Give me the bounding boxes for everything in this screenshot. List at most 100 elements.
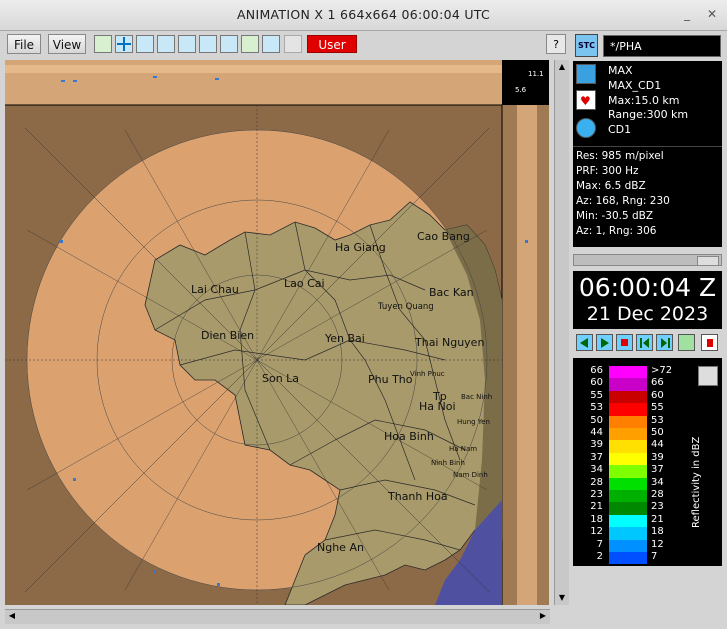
loop-icon[interactable] <box>678 334 695 351</box>
site-field[interactable]: */PHA <box>603 35 721 57</box>
legend-left-value: 37 <box>590 451 603 463</box>
product-grid-icon[interactable] <box>576 64 596 84</box>
export-icon[interactable] <box>701 334 718 351</box>
legend-left-value: 44 <box>590 427 603 438</box>
place-label: Lao Cai <box>284 277 325 290</box>
close-icon[interactable]: ✕ <box>702 4 722 24</box>
refresh-icon[interactable] <box>157 35 175 53</box>
legend-right-value: 39 <box>651 451 664 463</box>
radar-map[interactable]: 11.1 5.6 Ha Giang Cao Bang Lai Chau Lao … <box>5 60 549 605</box>
scroll-right-icon[interactable]: ▶ <box>538 611 548 621</box>
date-text: 21 Dec 2023 <box>586 303 709 325</box>
legend-swatch <box>609 415 647 428</box>
legend-swatch <box>609 366 647 379</box>
legend-left-value: 55 <box>590 389 603 401</box>
file-menu-button[interactable]: File <box>7 34 41 54</box>
place-label: Hoa Binh <box>384 430 434 443</box>
radar-map-canvas: 11.1 5.6 Ha Giang Cao Bang Lai Chau Lao … <box>5 60 549 605</box>
place-label: Hung Yen <box>457 418 490 426</box>
place-label: Bac Kan <box>429 286 474 299</box>
play-reverse-icon[interactable] <box>576 334 593 351</box>
legend-left-value: 50 <box>590 414 603 426</box>
crosshair-icon[interactable] <box>115 35 133 53</box>
product-max: Max:15.0 km <box>608 94 680 107</box>
legend-right-value: 18 <box>651 526 664 538</box>
legend-left-value: 7 <box>596 538 603 550</box>
layers-icon[interactable] <box>94 35 112 53</box>
info-line: Az: 168, Rng: 230 <box>576 195 670 207</box>
info-line: PRF: 300 Hz <box>576 165 639 177</box>
minimize-icon[interactable]: _ <box>677 4 697 24</box>
step-forward-icon[interactable] <box>656 334 673 351</box>
legend-right-value: 37 <box>651 464 664 476</box>
legend-left-value: 34 <box>590 464 603 476</box>
help-button[interactable]: ? <box>546 34 566 54</box>
legend-left-value: 23 <box>590 489 603 500</box>
legend-swatch <box>609 539 647 552</box>
place-label: Tuyen Quang <box>377 302 434 312</box>
stop-icon[interactable] <box>616 334 633 351</box>
view-menu-button[interactable]: View <box>48 34 86 54</box>
product-cd: CD1 <box>608 123 632 136</box>
product-range: Range:300 km <box>608 108 689 121</box>
scroll-left-icon[interactable]: ◀ <box>7 611 17 621</box>
legend-right-value: 50 <box>651 427 664 438</box>
site-select-icon[interactable]: STC <box>575 34 598 57</box>
measure-icon[interactable] <box>220 35 238 53</box>
legend-left-value: 53 <box>590 402 603 414</box>
horizontal-scrollbar[interactable]: ◀ ▶ <box>5 609 550 624</box>
top-strip-band <box>5 65 502 73</box>
legend-right-value: 21 <box>651 513 664 525</box>
play-forward-icon[interactable] <box>596 334 613 351</box>
legend-right-value: 55 <box>651 402 664 414</box>
clock-icon[interactable] <box>576 118 596 138</box>
info-line: Az: 1, Rng: 306 <box>576 225 657 237</box>
animation-controls <box>573 334 722 354</box>
place-label: Ninh Binh <box>431 459 465 467</box>
legend-swatch <box>609 477 647 490</box>
legend-right-value: >72 <box>651 365 673 376</box>
step-back-icon[interactable] <box>636 334 653 351</box>
checklist-icon[interactable] <box>199 35 217 53</box>
scroll-down-icon[interactable]: ▼ <box>557 593 567 603</box>
place-label: Thanh Hoa <box>387 490 448 503</box>
palette-icon[interactable] <box>698 366 718 386</box>
corner-value-1: 11.1 <box>528 70 544 78</box>
legend-swatch <box>609 514 647 528</box>
place-label: Tp <box>432 390 447 403</box>
info-line: Max: 6.5 dBZ <box>576 180 646 192</box>
legend-swatch <box>609 378 647 391</box>
place-label: Bac Ninh <box>461 393 492 401</box>
scroll-up-icon[interactable]: ▲ <box>557 62 567 72</box>
time-slider[interactable] <box>573 254 722 266</box>
place-label: Ha Giang <box>335 241 386 254</box>
vertical-scrollbar[interactable]: ▲ ▼ <box>554 60 569 605</box>
cross-section-icon[interactable] <box>136 35 154 53</box>
legend-swatch <box>609 390 647 404</box>
disabled-tool-icon <box>284 35 302 53</box>
list-icon[interactable] <box>262 35 280 53</box>
place-label: Ha Nam <box>449 445 477 453</box>
map-icon[interactable] <box>241 35 259 53</box>
legend-swatch <box>609 552 647 565</box>
overlay-icon[interactable] <box>178 35 196 53</box>
legend-right-value: 66 <box>651 377 664 389</box>
legend-swatch <box>609 440 647 453</box>
place-label: Dien Bien <box>201 329 254 342</box>
place-label: Yen Bai <box>324 332 365 345</box>
user-button[interactable]: User <box>307 35 357 53</box>
legend-units: Reflectivity in dBZ <box>691 436 702 528</box>
legend-left-value: 12 <box>590 526 603 538</box>
right-strip-band <box>517 105 537 605</box>
place-label: Lai Chau <box>191 283 239 296</box>
legend-swatch <box>609 428 647 441</box>
legend-swatch <box>609 465 647 478</box>
legend-left-value: 21 <box>590 501 603 513</box>
place-label: Thai Nguyen <box>414 336 484 349</box>
time-slider-handle[interactable] <box>697 256 719 266</box>
place-label: Cao Bang <box>417 230 470 243</box>
heart-icon[interactable]: ♥ <box>576 90 596 110</box>
legend-right-value: 7 <box>651 551 658 562</box>
legend-right-value: 23 <box>651 501 664 513</box>
time-text: 06:00:04 Z <box>578 273 717 302</box>
